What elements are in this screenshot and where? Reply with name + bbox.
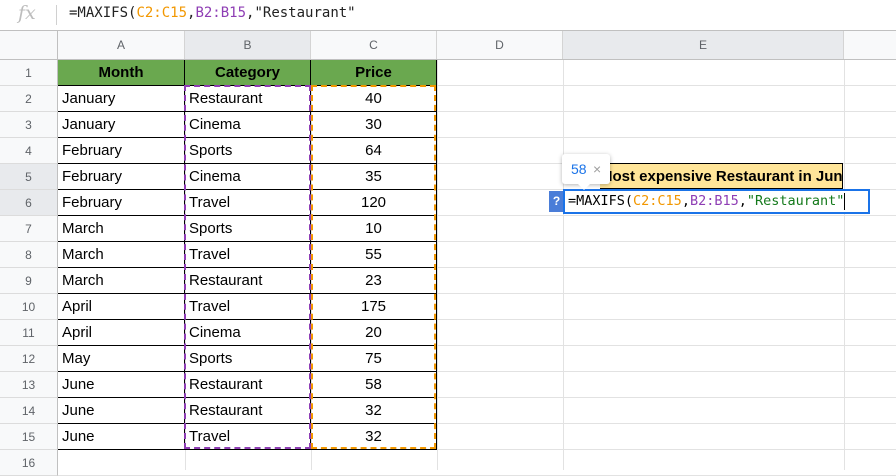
formula-prefix: =MAXIFS( (69, 5, 137, 21)
cell-category[interactable]: Travel (185, 424, 311, 450)
cell-category[interactable]: Cinema (185, 112, 311, 138)
editor-criterion: "Restaurant" (746, 193, 845, 209)
column-header-bar: A B C D E (0, 31, 896, 60)
row-header-13[interactable]: 13 (0, 372, 58, 398)
row-header-4[interactable]: 4 (0, 138, 58, 164)
editor-range-category: B2:B15 (689, 193, 739, 209)
cell-month[interactable]: February (58, 138, 185, 164)
cell-month[interactable]: June (58, 372, 185, 398)
preview-value: 58 (571, 161, 587, 177)
row-header-9[interactable]: 9 (0, 268, 58, 294)
cell-category[interactable]: Cinema (185, 164, 311, 190)
fx-icon: fx (18, 2, 36, 24)
cell-month[interactable]: May (58, 346, 185, 372)
row-header-1[interactable]: 1 (0, 60, 58, 86)
row-header-11[interactable]: 11 (0, 320, 58, 346)
cell-price[interactable]: 40 (311, 86, 437, 112)
grid-column-line (844, 60, 845, 470)
close-icon[interactable]: × (593, 154, 601, 184)
row-header-12[interactable]: 12 (0, 346, 58, 372)
cell-category[interactable]: Restaurant (185, 372, 311, 398)
cell-month[interactable]: April (58, 294, 185, 320)
row-header-15[interactable]: 15 (0, 424, 58, 450)
cell-month[interactable]: March (58, 268, 185, 294)
formula-result-preview[interactable]: 58 × (562, 154, 610, 190)
cell-price[interactable]: 58 (311, 372, 437, 398)
cell-price[interactable]: 32 (311, 398, 437, 424)
cell-editor[interactable]: =MAXIFS(C2:C15,B2:B15,"Restaurant" (563, 189, 870, 214)
cell-month[interactable]: January (58, 112, 185, 138)
formula-criterion: "Restaurant" (254, 5, 356, 21)
cell-price[interactable]: 23 (311, 268, 437, 294)
column-header-a[interactable]: A (58, 31, 185, 59)
cell-month[interactable]: February (58, 164, 185, 190)
cell-category[interactable]: Travel (185, 294, 311, 320)
cell-category[interactable]: Travel (185, 242, 311, 268)
row-header-5[interactable]: 5 (0, 164, 58, 190)
cell-category[interactable]: Restaurant (185, 268, 311, 294)
row-header-10[interactable]: 10 (0, 294, 58, 320)
cell-e5-label[interactable]: Most expensive Restaurant in June (600, 163, 843, 189)
grid-column-line (563, 60, 564, 470)
cell-category[interactable]: Restaurant (185, 86, 311, 112)
cell-price[interactable]: 35 (311, 164, 437, 190)
row-header-7[interactable]: 7 (0, 216, 58, 242)
cell-price[interactable]: 64 (311, 138, 437, 164)
cell-category[interactable]: Restaurant (185, 398, 311, 424)
editor-prefix: =MAXIFS( (568, 193, 634, 209)
column-header-e[interactable]: E (563, 31, 844, 59)
formula-help-button[interactable]: ? (549, 191, 564, 212)
cell-price[interactable]: 30 (311, 112, 437, 138)
column-header-d[interactable]: D (437, 31, 563, 59)
formula-range-category: B2:B15 (195, 5, 247, 21)
cell-price[interactable]: 20 (311, 320, 437, 346)
cell-price[interactable]: 10 (311, 216, 437, 242)
select-all-corner[interactable] (0, 31, 58, 59)
cell-month[interactable]: June (58, 424, 185, 450)
cell-price[interactable]: 120 (311, 190, 437, 216)
row-header-2[interactable]: 2 (0, 86, 58, 112)
editor-comma: , (738, 193, 747, 209)
row-header-3[interactable]: 3 (0, 112, 58, 138)
cell-price[interactable]: 32 (311, 424, 437, 450)
cell-month[interactable]: February (58, 190, 185, 216)
row-header-14[interactable]: 14 (0, 398, 58, 424)
cell-month[interactable]: March (58, 242, 185, 268)
grid-column-line (437, 60, 438, 470)
formula-bar-divider (56, 5, 57, 25)
row-header-6[interactable]: 6 (0, 190, 58, 216)
cell-category[interactable]: Travel (185, 190, 311, 216)
cell-month[interactable]: June (58, 398, 185, 424)
formula-range-price: C2:C15 (136, 5, 188, 21)
column-header-c[interactable]: C (311, 31, 437, 59)
cell-price[interactable]: 55 (311, 242, 437, 268)
column-header-f[interactable] (844, 31, 896, 59)
cell-category[interactable]: Cinema (185, 320, 311, 346)
cell-month[interactable]: January (58, 86, 185, 112)
formula-bar-text[interactable]: =MAXIFS(C2:C15,B2:B15,"Restaurant" (69, 5, 356, 21)
column-header-b[interactable]: B (185, 31, 311, 59)
cell-category[interactable]: Sports (185, 346, 311, 372)
cell-category[interactable]: Sports (185, 216, 311, 242)
cell-category[interactable]: Sports (185, 138, 311, 164)
cell-month[interactable]: April (58, 320, 185, 346)
text-cursor (844, 192, 846, 210)
cell-month[interactable]: March (58, 216, 185, 242)
cell-price[interactable]: 175 (311, 294, 437, 320)
header-cell-month[interactable]: Month (58, 60, 185, 86)
editor-range-price: C2:C15 (633, 193, 682, 209)
row-header-16[interactable]: 16 (0, 450, 58, 476)
header-cell-category[interactable]: Category (185, 60, 311, 86)
row-header-8[interactable]: 8 (0, 242, 58, 268)
header-cell-price[interactable]: Price (311, 60, 437, 86)
editor-comma: , (681, 193, 690, 209)
formula-bar[interactable]: fx =MAXIFS(C2:C15,B2:B15,"Restaurant" (0, 0, 896, 31)
cell-price[interactable]: 75 (311, 346, 437, 372)
